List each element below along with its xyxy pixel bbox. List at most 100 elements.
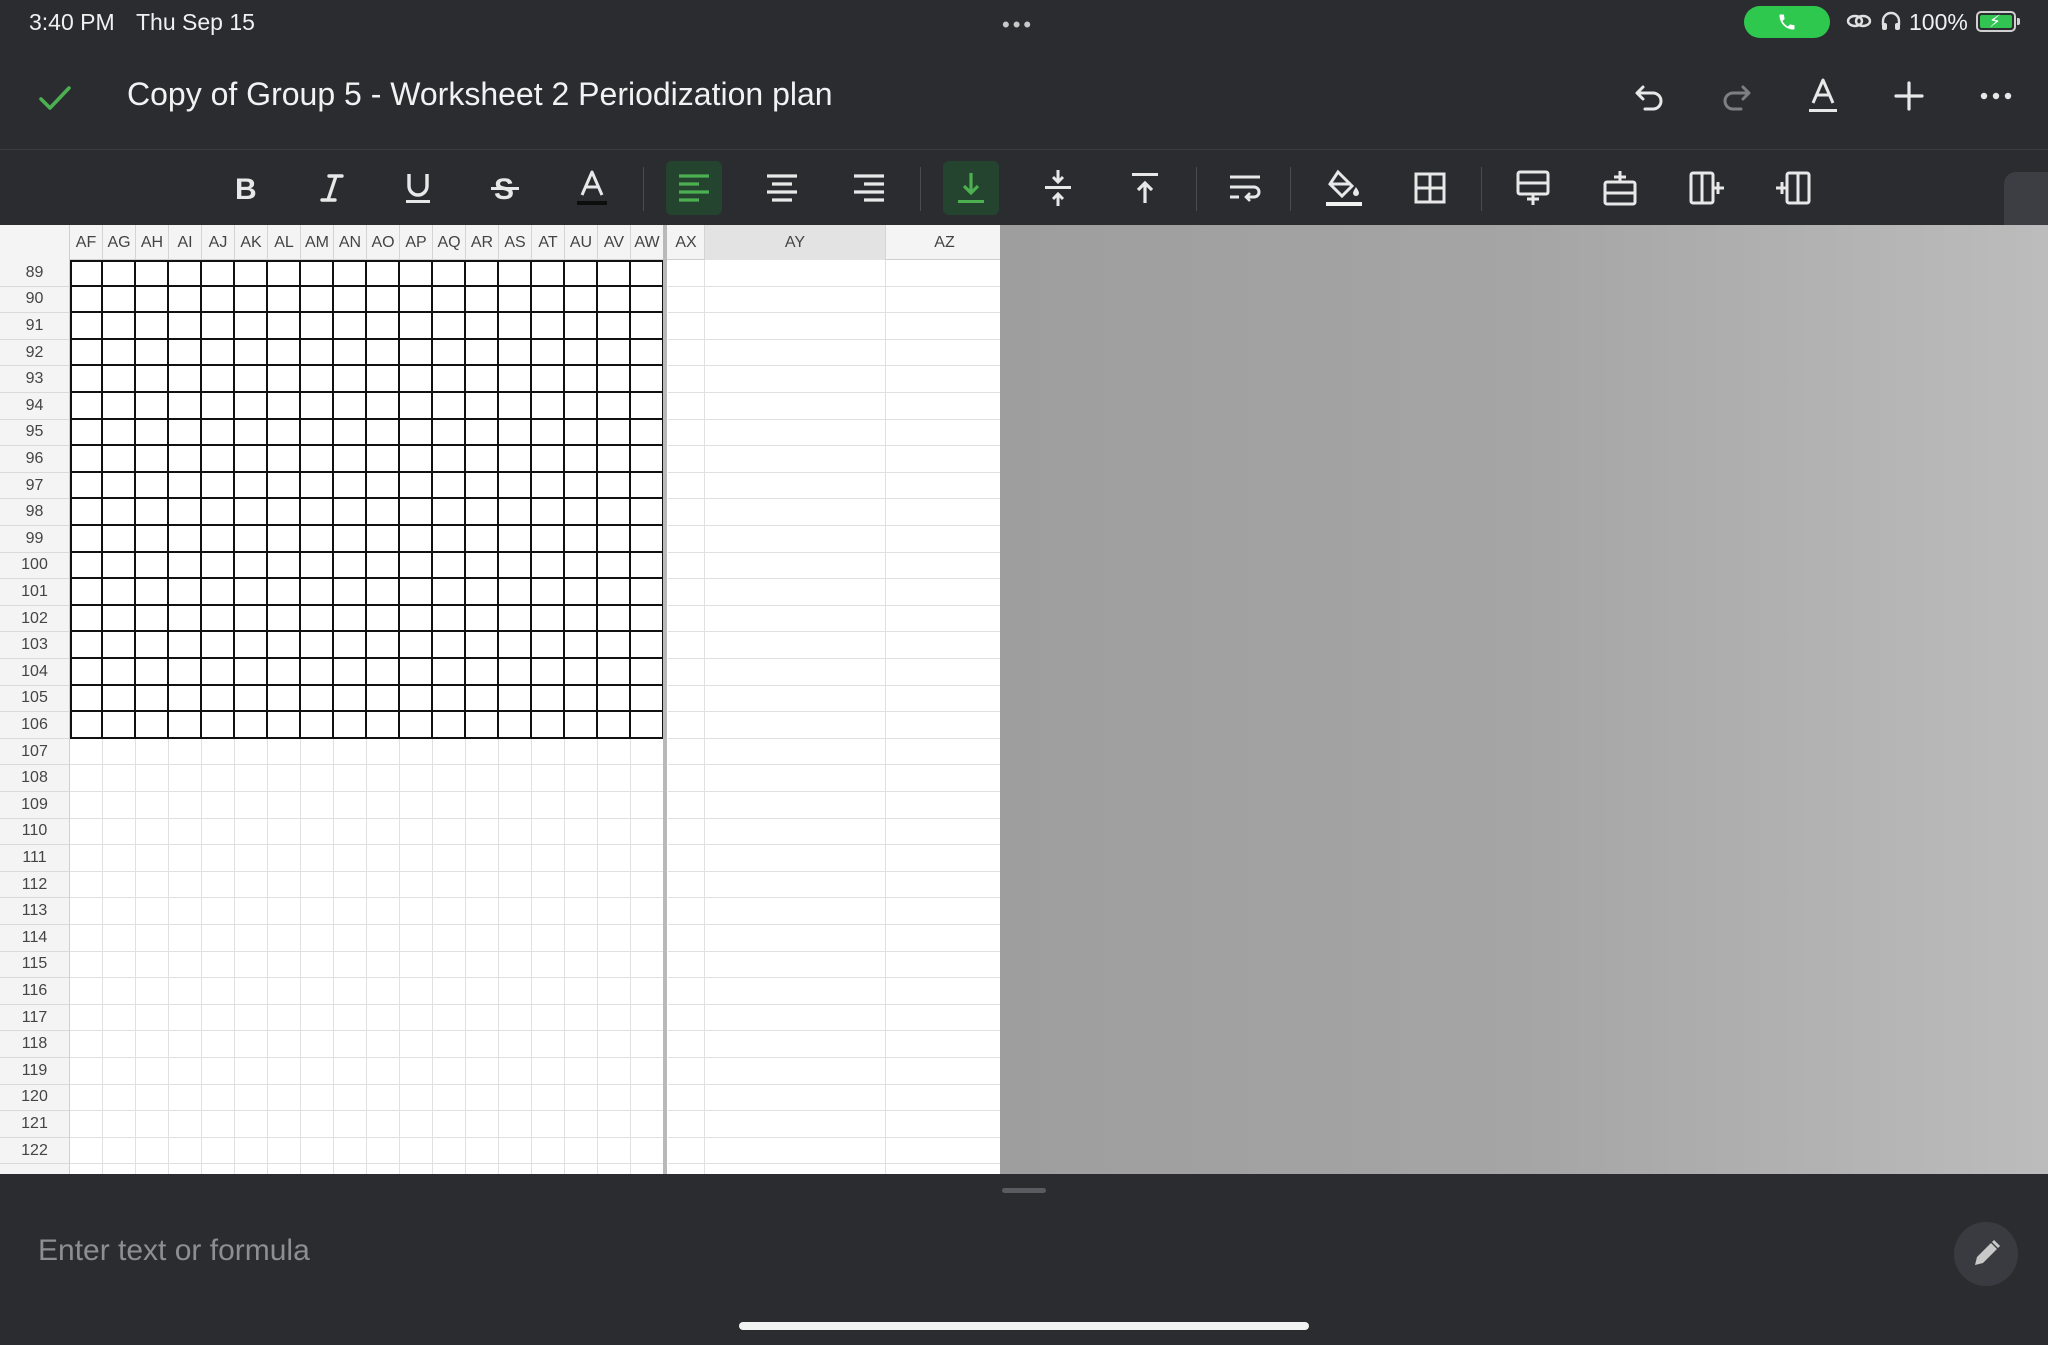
cell-af114[interactable]: [70, 925, 103, 952]
cell-ak120[interactable]: [235, 1084, 268, 1112]
cell-au95[interactable]: [565, 419, 598, 447]
cell-av95[interactable]: [598, 419, 631, 447]
cell-aj104[interactable]: [202, 659, 235, 686]
cell-ax120[interactable]: [668, 1084, 705, 1112]
cell-ai95[interactable]: [169, 419, 202, 447]
cell-ar99[interactable]: [466, 526, 499, 553]
cell-az96[interactable]: [886, 446, 1000, 473]
cell-ay103[interactable]: [705, 632, 886, 659]
valign-top-button[interactable]: [1117, 161, 1173, 215]
cell-at114[interactable]: [532, 925, 565, 952]
column-header-am[interactable]: AM: [301, 225, 334, 260]
cell-ax96[interactable]: [668, 446, 705, 473]
cell-an116[interactable]: [334, 978, 367, 1005]
cell-av113[interactable]: [598, 898, 631, 925]
cell-ay99[interactable]: [705, 526, 886, 553]
cell-ax93[interactable]: [668, 366, 705, 393]
cell-av97[interactable]: [598, 472, 631, 500]
row-header-120[interactable]: 120: [0, 1084, 70, 1112]
cell-ap108[interactable]: [400, 765, 433, 792]
column-header-ar[interactable]: AR: [466, 225, 499, 260]
cell-ah90[interactable]: [136, 286, 169, 314]
cell-av100[interactable]: [598, 552, 631, 580]
cell-ay93[interactable]: [705, 366, 886, 393]
row-header-98[interactable]: 98: [0, 499, 70, 526]
cell-aq110[interactable]: [433, 818, 466, 846]
cell-av111[interactable]: [598, 845, 631, 872]
cell-ar114[interactable]: [466, 925, 499, 952]
cell-av109[interactable]: [598, 792, 631, 819]
cell-ao98[interactable]: [367, 499, 400, 526]
cell-am97[interactable]: [301, 472, 334, 500]
cell-av101[interactable]: [598, 579, 631, 606]
sheet-viewport[interactable]: AF AG AH AI AJ AK AL AM AN AO AP AQ AR AS AT AU AV AW AX AY…: [0, 225, 2048, 1174]
cell-ai118[interactable]: [169, 1031, 202, 1058]
cell-ah120[interactable]: [136, 1084, 169, 1112]
cell-ai99[interactable]: [169, 526, 202, 553]
cell-ak102[interactable]: [235, 605, 268, 633]
cell-aq95[interactable]: [433, 419, 466, 447]
cell-an101[interactable]: [334, 579, 367, 606]
cell-ay112[interactable]: [705, 871, 886, 899]
cell-aw123[interactable]: [631, 1164, 664, 1174]
cell-al116[interactable]: [268, 978, 301, 1005]
cell-am123[interactable]: [301, 1164, 334, 1174]
cell-az119[interactable]: [886, 1058, 1000, 1085]
cell-at94[interactable]: [532, 393, 565, 420]
cell-au100[interactable]: [565, 552, 598, 580]
cell-ar121[interactable]: [466, 1111, 499, 1138]
cell-au90[interactable]: [565, 286, 598, 314]
cell-am102[interactable]: [301, 605, 334, 633]
cell-af119[interactable]: [70, 1058, 103, 1085]
cell-aj97[interactable]: [202, 472, 235, 500]
row-header-104[interactable]: 104: [0, 659, 70, 686]
cell-ao123[interactable]: [367, 1164, 400, 1174]
cell-as104[interactable]: [499, 659, 532, 686]
cell-as105[interactable]: [499, 685, 532, 713]
cell-ao90[interactable]: [367, 286, 400, 314]
cell-ao115[interactable]: [367, 951, 400, 979]
cell-am89[interactable]: [301, 260, 334, 287]
cell-aw118[interactable]: [631, 1031, 664, 1058]
cell-at109[interactable]: [532, 792, 565, 819]
cell-al122[interactable]: [268, 1137, 301, 1165]
cell-an90[interactable]: [334, 286, 367, 314]
cell-au111[interactable]: [565, 845, 598, 872]
cell-az111[interactable]: [886, 845, 1000, 872]
cell-at105[interactable]: [532, 685, 565, 713]
cell-aw92[interactable]: [631, 339, 664, 367]
cell-aw102[interactable]: [631, 605, 664, 633]
cell-ag92[interactable]: [103, 339, 136, 367]
cell-ai90[interactable]: [169, 286, 202, 314]
cell-ak107[interactable]: [235, 738, 268, 766]
cell-ap114[interactable]: [400, 925, 433, 952]
cell-as119[interactable]: [499, 1058, 532, 1085]
row-header-112[interactable]: 112: [0, 871, 70, 899]
cell-at117[interactable]: [532, 1004, 565, 1032]
cell-as103[interactable]: [499, 632, 532, 659]
cell-ax117[interactable]: [668, 1004, 705, 1032]
cell-an114[interactable]: [334, 925, 367, 952]
column-header-ay[interactable]: AY: [705, 225, 886, 260]
formula-input[interactable]: [38, 1226, 1898, 1276]
cell-ay120[interactable]: [705, 1084, 886, 1112]
cell-au107[interactable]: [565, 738, 598, 766]
text-color-button[interactable]: [564, 161, 620, 215]
cell-ah109[interactable]: [136, 792, 169, 819]
row-header-123[interactable]: [0, 1164, 70, 1174]
cell-aq116[interactable]: [433, 978, 466, 1005]
cell-af98[interactable]: [70, 499, 103, 526]
cell-at101[interactable]: [532, 579, 565, 606]
cell-ay107[interactable]: [705, 738, 886, 766]
cell-az97[interactable]: [886, 473, 1000, 500]
cell-av98[interactable]: [598, 499, 631, 526]
cell-aw89[interactable]: [631, 260, 664, 287]
cell-aq92[interactable]: [433, 339, 466, 367]
cell-ah116[interactable]: [136, 978, 169, 1005]
cell-at99[interactable]: [532, 526, 565, 553]
cell-ai100[interactable]: [169, 552, 202, 580]
cell-ao96[interactable]: [367, 446, 400, 473]
column-header-aj[interactable]: AJ: [202, 225, 235, 260]
cell-al106[interactable]: [268, 712, 301, 739]
cell-ag114[interactable]: [103, 925, 136, 952]
